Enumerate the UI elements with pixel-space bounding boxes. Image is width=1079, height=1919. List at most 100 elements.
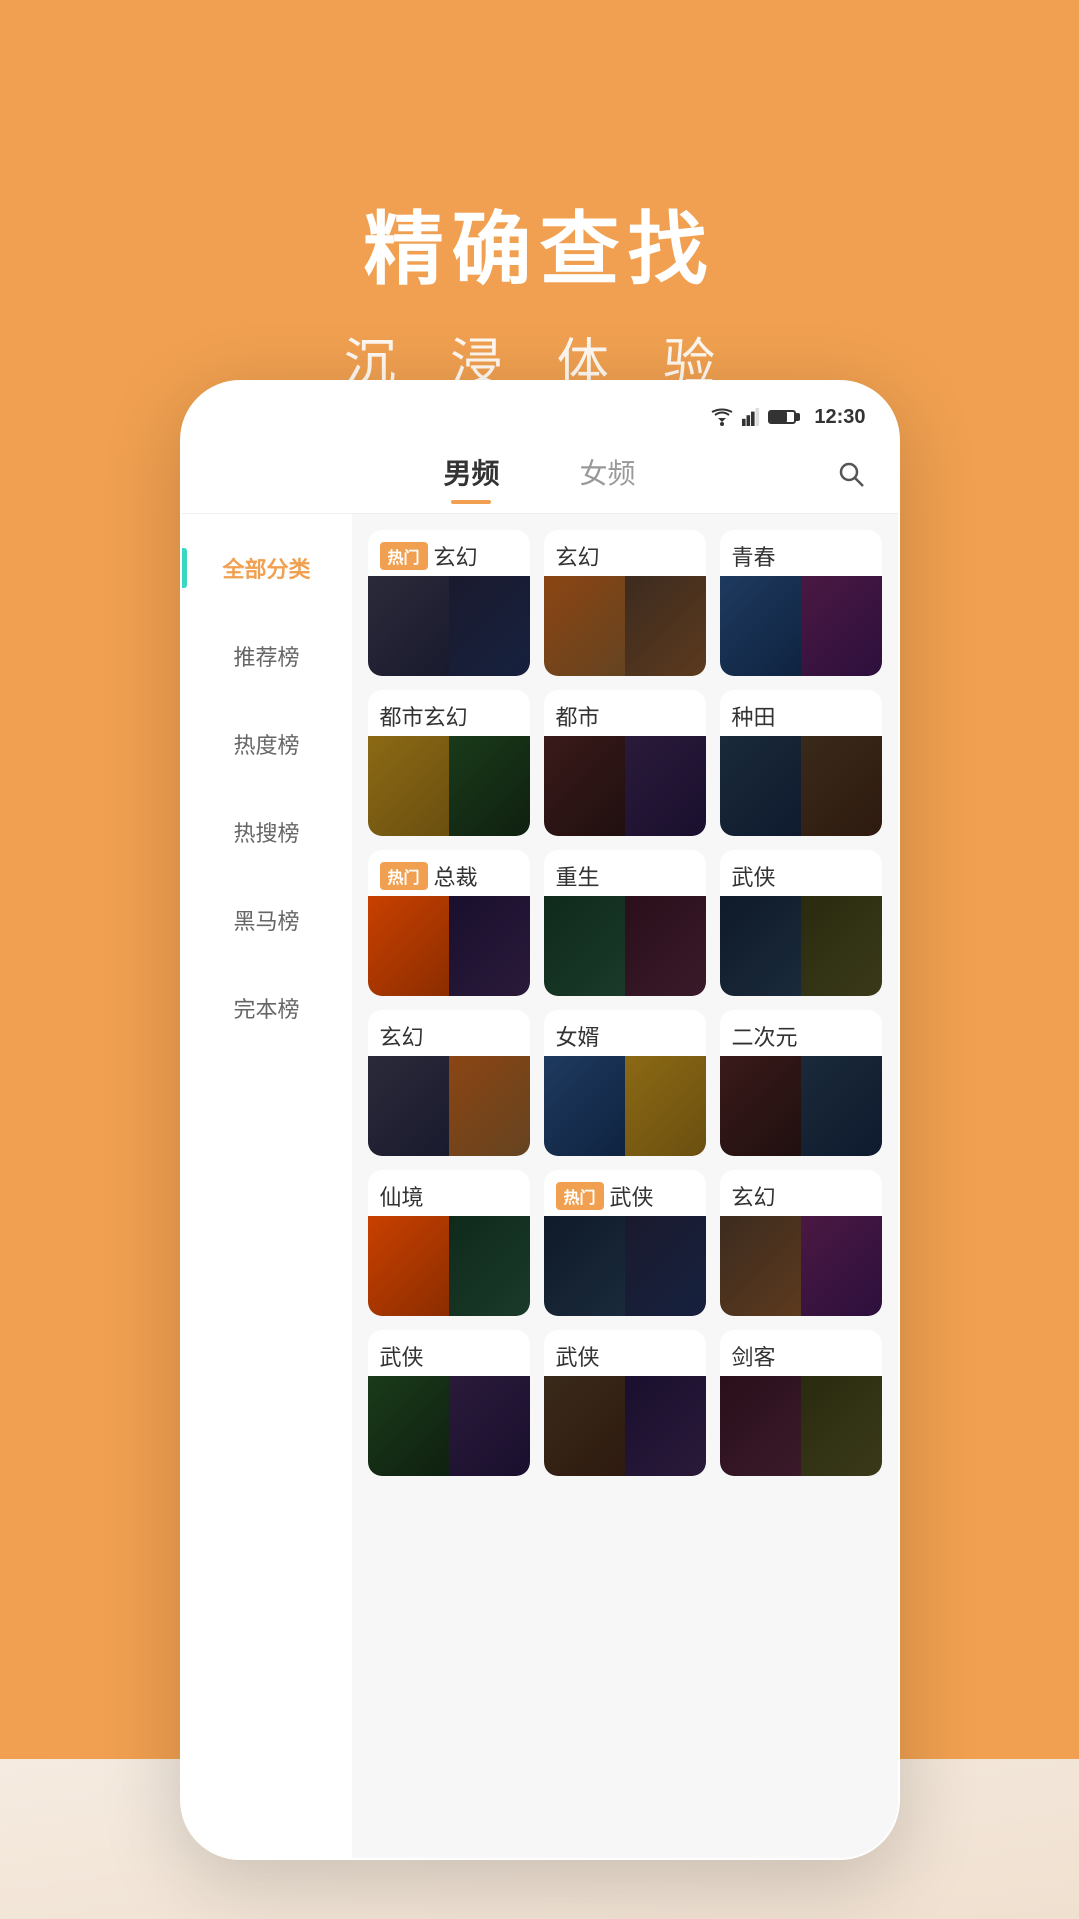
category-card-wuxia3[interactable]: 武侠 [368,1330,530,1476]
hero-title: 精确查找 [364,185,716,301]
category-card-nuxu[interactable]: 女婿 [544,1010,706,1156]
card-image [720,736,882,836]
search-button[interactable] [836,459,866,497]
book-cover [449,1376,530,1476]
book-cover [625,1216,706,1316]
card-label: 青春 [720,530,882,576]
time-display: 12:30 [814,406,865,429]
card-label: 热门 总裁 [368,850,530,896]
card-label: 二次元 [720,1010,882,1056]
sidebar-item-all[interactable]: 全部分类 [182,524,352,612]
category-card-jiake[interactable]: 剑客 [720,1330,882,1476]
card-image [720,1376,882,1476]
card-image [368,896,530,996]
sidebar-item-hot[interactable]: 热度榜 [182,700,352,788]
card-image [544,576,706,676]
card-label: 热门 玄幻 [368,530,530,576]
category-card-xianjing[interactable]: 仙境 [368,1170,530,1316]
card-label: 玄幻 [368,1010,530,1056]
card-label: 都市 [544,690,706,736]
category-card-wuxia2[interactable]: 热门 武侠 [544,1170,706,1316]
book-cover [801,576,882,676]
sidebar-item-complete[interactable]: 完本榜 [182,964,352,1052]
book-cover [625,576,706,676]
category-card-erciyuan[interactable]: 二次元 [720,1010,882,1156]
book-cover [368,736,449,836]
category-grid: 热门 玄幻 玄幻 [352,514,898,1858]
category-card-dushi[interactable]: 都市 [544,690,706,836]
card-label: 热门 武侠 [544,1170,706,1216]
card-image [720,1056,882,1156]
book-cover [449,896,530,996]
main-content: 全部分类 推荐榜 热度榜 热搜榜 黑马榜 完本榜 [182,514,898,1858]
book-cover [720,1056,801,1156]
card-label: 仙境 [368,1170,530,1216]
tab-bar: 男频 女频 [182,442,898,514]
card-label: 玄幻 [544,530,706,576]
card-label: 玄幻 [720,1170,882,1216]
card-label: 都市玄幻 [368,690,530,736]
category-card-qingchun[interactable]: 青春 [720,530,882,676]
card-label: 武侠 [368,1330,530,1376]
sidebar-item-search[interactable]: 热搜榜 [182,788,352,876]
card-image [720,1216,882,1316]
tab-male[interactable]: 男频 [443,452,499,504]
book-cover [801,896,882,996]
book-cover [449,736,530,836]
category-card-xuanhuan3[interactable]: 玄幻 [368,1010,530,1156]
book-cover [544,1376,625,1476]
category-card-chongsheng[interactable]: 重生 [544,850,706,996]
tab-female[interactable]: 女频 [580,452,636,504]
card-image [368,736,530,836]
signal-icon [742,408,760,426]
grid-row-6: 武侠 武侠 [368,1330,882,1476]
grid-row-3: 热门 总裁 重生 [368,850,882,996]
category-card-dushixuanhuan[interactable]: 都市玄幻 [368,690,530,836]
book-cover [449,576,530,676]
card-label: 种田 [720,690,882,736]
category-card-xuanhuan4[interactable]: 玄幻 [720,1170,882,1316]
book-cover [368,1216,449,1316]
category-card-xuanhuan1[interactable]: 热门 玄幻 [368,530,530,676]
book-cover [544,896,625,996]
category-card-wuxia4[interactable]: 武侠 [544,1330,706,1476]
book-cover [368,576,449,676]
grid-row-4: 玄幻 女婿 [368,1010,882,1156]
card-image [544,896,706,996]
book-cover [625,736,706,836]
wifi-icon [710,408,734,426]
book-cover [720,736,801,836]
card-image [368,576,530,676]
book-cover [625,1376,706,1476]
book-cover [720,1216,801,1316]
card-image [544,1216,706,1316]
card-label: 女婿 [544,1010,706,1056]
book-cover [720,576,801,676]
sidebar: 全部分类 推荐榜 热度榜 热搜榜 黑马榜 完本榜 [182,514,352,1858]
card-image [368,1376,530,1476]
card-label: 武侠 [720,850,882,896]
category-card-zongcai[interactable]: 热门 总裁 [368,850,530,996]
category-card-zhongtian[interactable]: 种田 [720,690,882,836]
category-card-xuanhuan2[interactable]: 玄幻 [544,530,706,676]
phone-frame: 12:30 男频 女频 全部分类 推荐榜 热度榜 [180,380,900,1860]
book-cover [544,736,625,836]
grid-row-2: 都市玄幻 都市 [368,690,882,836]
card-image [544,1056,706,1156]
status-icons: 12:30 [710,406,865,429]
book-cover [801,1056,882,1156]
grid-row-5: 仙境 热门 武侠 [368,1170,882,1316]
book-cover [449,1216,530,1316]
card-image [544,736,706,836]
grid-row-1: 热门 玄幻 玄幻 [368,530,882,676]
sidebar-item-dark[interactable]: 黑马榜 [182,876,352,964]
card-image [368,1056,530,1156]
book-cover [544,576,625,676]
book-cover [720,1376,801,1476]
book-cover [801,1216,882,1316]
book-cover [368,896,449,996]
card-image [720,576,882,676]
book-cover [625,1056,706,1156]
sidebar-item-recommend[interactable]: 推荐榜 [182,612,352,700]
category-card-wuxia1[interactable]: 武侠 [720,850,882,996]
